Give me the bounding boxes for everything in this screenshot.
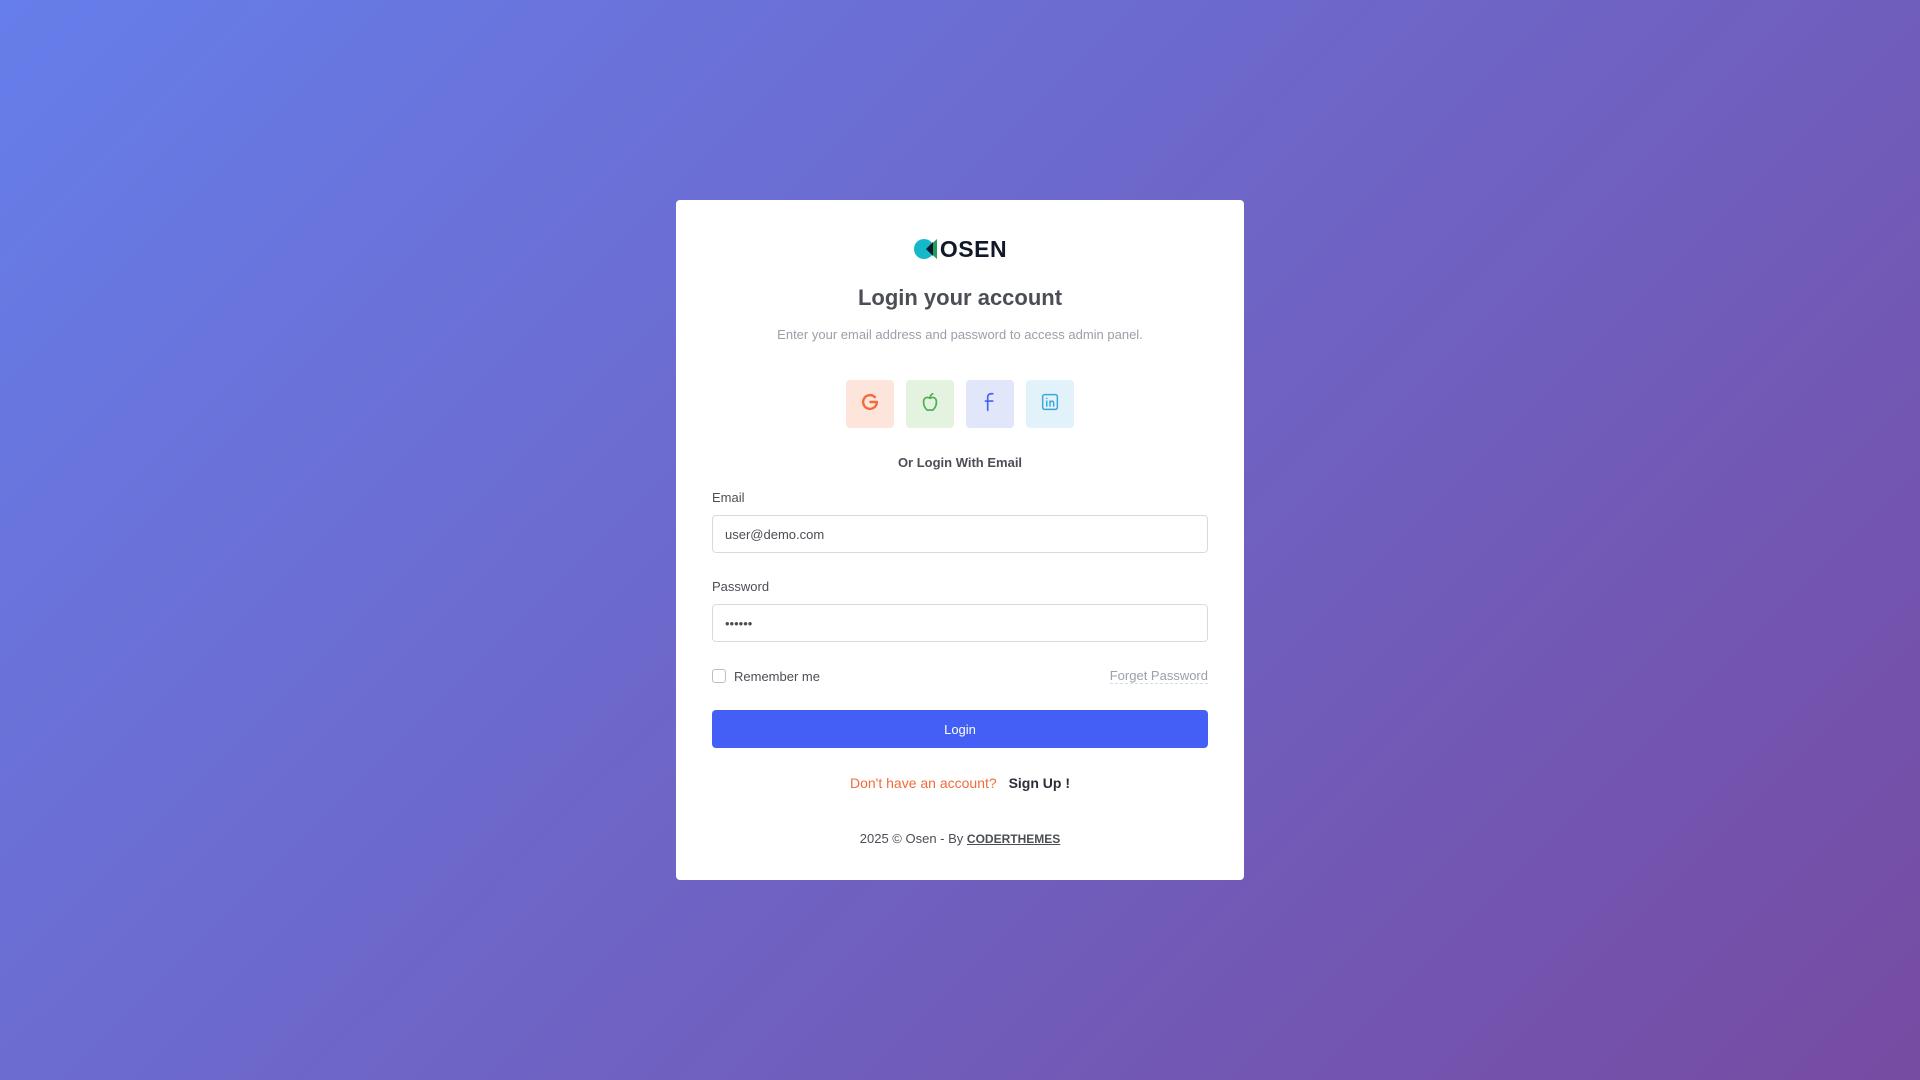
signup-prompt: Don't have an account? bbox=[850, 775, 997, 791]
google-icon bbox=[859, 391, 881, 418]
password-label: Password bbox=[712, 579, 770, 594]
remember-checkbox[interactable] bbox=[712, 669, 726, 683]
footer-text: 2025 © Osen - By bbox=[859, 831, 964, 846]
apple-icon bbox=[919, 391, 941, 418]
login-card: OSEN Login your account Enter your email… bbox=[676, 200, 1244, 880]
signup-link[interactable]: Sign Up ! bbox=[1009, 775, 1070, 791]
email-field-group: Email bbox=[712, 490, 1208, 553]
forget-password-link[interactable]: Forget Password bbox=[1109, 668, 1208, 684]
footer: 2025 © Osen - By CODERTHEMES bbox=[712, 830, 1208, 848]
password-field-group: Password bbox=[712, 579, 1208, 642]
page-subtitle: Enter your email address and password to… bbox=[777, 327, 1143, 342]
osen-logo-icon bbox=[913, 236, 939, 262]
form-options-row: Remember me Forget Password bbox=[712, 668, 1208, 684]
facebook-icon bbox=[979, 391, 1001, 418]
email-label: Email bbox=[712, 490, 745, 505]
apple-login-button[interactable] bbox=[906, 380, 954, 428]
login-button[interactable]: Login bbox=[712, 710, 1208, 748]
linkedin-icon bbox=[1039, 391, 1061, 418]
email-input[interactable] bbox=[712, 515, 1208, 553]
social-login-row bbox=[712, 380, 1208, 428]
logo-text: OSEN bbox=[939, 236, 1008, 262]
remember-me[interactable]: Remember me bbox=[712, 669, 820, 684]
divider-text: Or Login With Email bbox=[897, 455, 1023, 470]
footer-link[interactable]: CODERTHEMES bbox=[967, 832, 1060, 846]
linkedin-login-button[interactable] bbox=[1026, 380, 1074, 428]
password-input[interactable] bbox=[712, 604, 1208, 642]
page-title: Login your account bbox=[857, 285, 1063, 310]
remember-label: Remember me bbox=[734, 668, 820, 684]
signup-line: Don't have an account? Sign Up ! bbox=[712, 774, 1208, 792]
facebook-login-button[interactable] bbox=[966, 380, 1014, 428]
google-login-button[interactable] bbox=[846, 380, 894, 428]
brand-logo[interactable]: OSEN bbox=[712, 236, 1208, 262]
